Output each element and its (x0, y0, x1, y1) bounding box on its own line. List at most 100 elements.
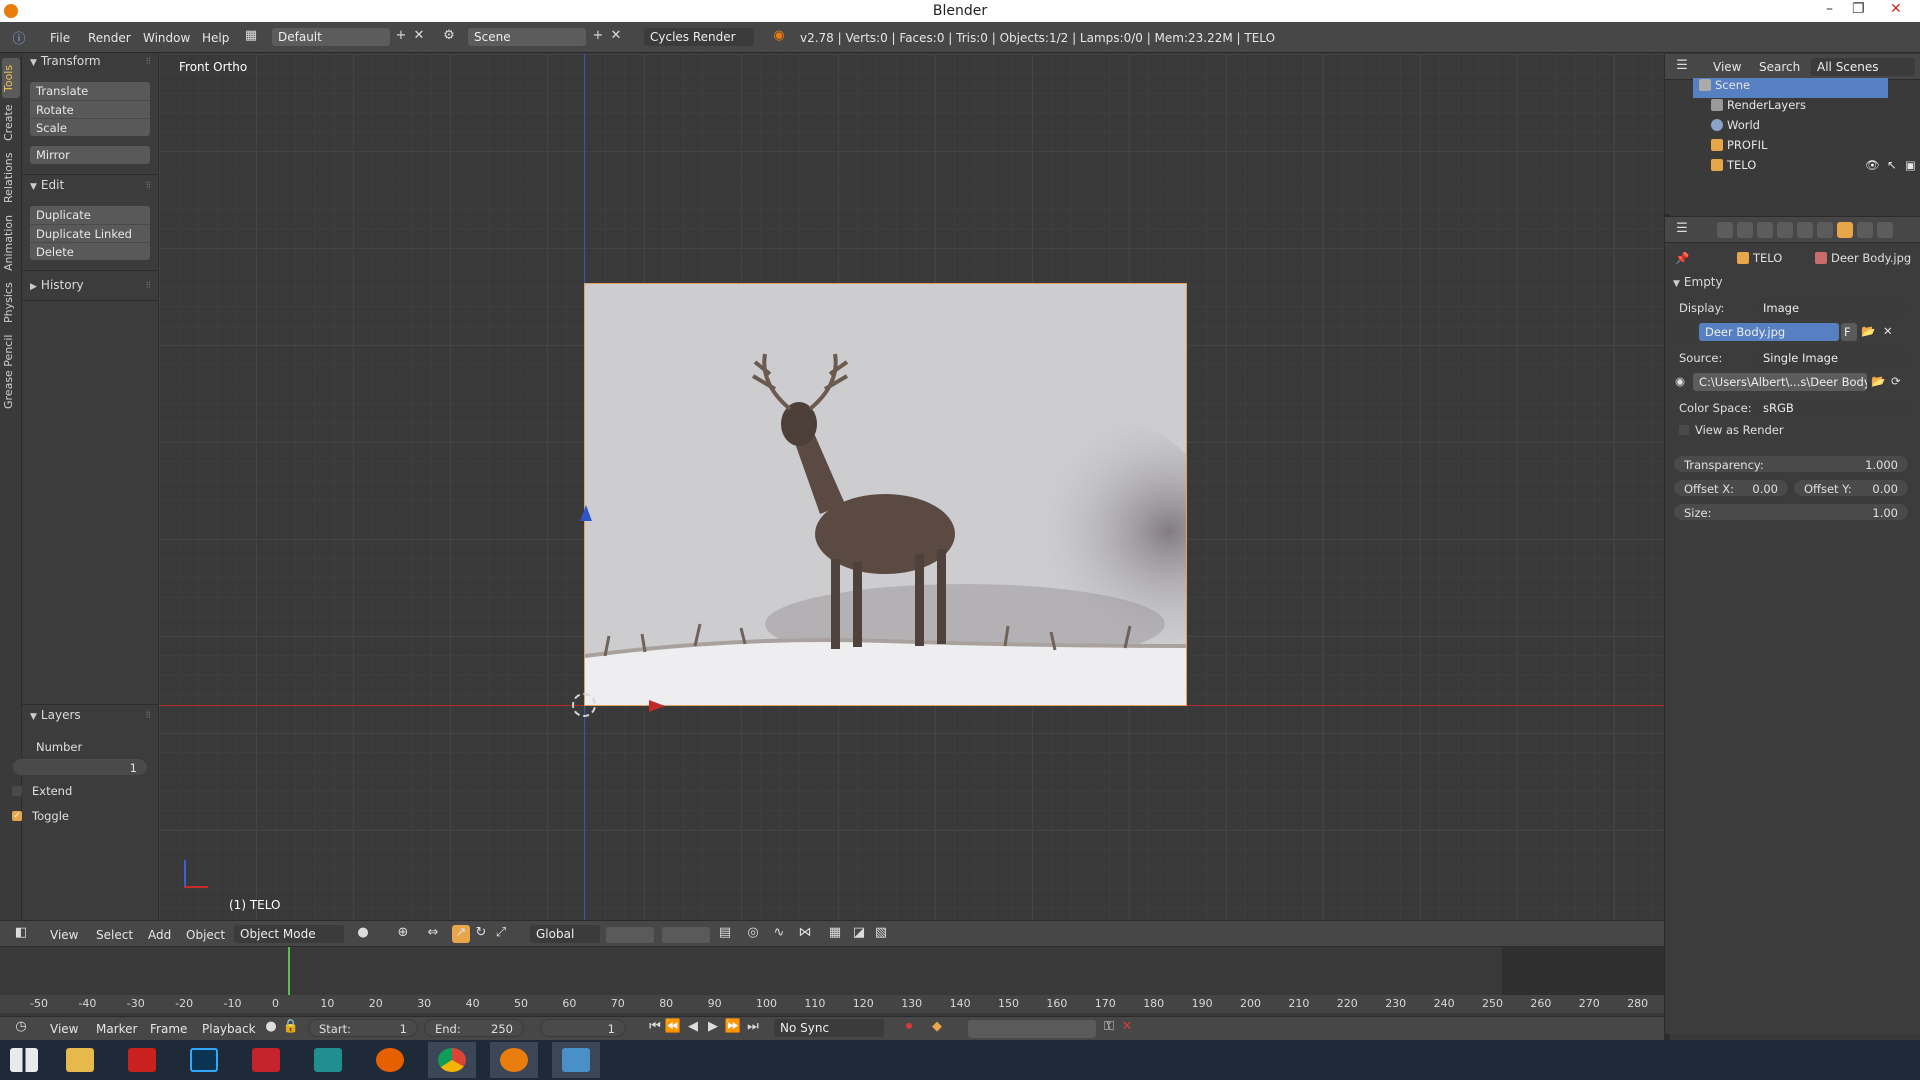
layers-panel-header[interactable]: ▼ Layers (30, 708, 81, 722)
transparency-slider[interactable]: Transparency: 1.000 (1673, 455, 1909, 473)
view-as-render-checkbox[interactable] (1679, 425, 1689, 435)
timeline-marker-menu[interactable]: Marker (96, 1022, 137, 1036)
rotate-button[interactable]: Rotate (30, 100, 150, 118)
tab-physics[interactable]: Physics (2, 280, 20, 326)
add-layout-icon[interactable]: + (392, 28, 410, 46)
outliner-editor-icon[interactable]: ☰ (1673, 58, 1691, 76)
windows-start-icon[interactable] (0, 1042, 48, 1078)
app-icon[interactable] (304, 1042, 352, 1078)
offset-x-field[interactable]: Offset X: 0.00 (1673, 479, 1789, 497)
delete-layout-icon[interactable]: ✕ (410, 28, 428, 46)
context-image-name[interactable]: Deer Body.jpg (1815, 251, 1911, 265)
current-frame-line[interactable] (288, 947, 290, 995)
image-browse-icon[interactable] (1675, 323, 1695, 341)
window-icon[interactable] (552, 1042, 600, 1078)
firefox-icon[interactable] (366, 1042, 414, 1078)
toggle-checkbox-checked[interactable]: ✓ (12, 811, 22, 821)
jump-start-icon[interactable]: ⏮ (646, 1019, 664, 1037)
jump-end-icon[interactable]: ⏭ (744, 1019, 762, 1037)
proportional-edit-icon[interactable]: ◎ (744, 925, 762, 943)
z-arrow-icon[interactable] (580, 505, 592, 521)
sketchup-icon[interactable] (242, 1042, 290, 1078)
layout-selector[interactable]: Default (272, 28, 390, 46)
keying-set-icon[interactable]: ◆ (928, 1019, 946, 1037)
outliner-row-profil[interactable]: PROFIL (1665, 138, 1920, 158)
rotate-manipulator-icon[interactable]: ↻ (472, 925, 490, 943)
select-menu[interactable]: Select (96, 928, 133, 942)
close-icon[interactable]: ✕ (1890, 1, 1902, 17)
properties-editor-icon[interactable]: ☰ (1673, 221, 1691, 239)
auto-keying-icon[interactable]: ⏺ (900, 1019, 918, 1037)
panel-grip-icon[interactable]: ⁝⁝ (146, 56, 151, 67)
3d-viewport[interactable]: Front Ortho (1) TELO (159, 54, 1664, 920)
context-object-name[interactable]: TELO (1737, 251, 1782, 265)
add-menu[interactable]: Add (148, 928, 171, 942)
chrome-icon[interactable] (428, 1042, 476, 1078)
translate-button[interactable]: Translate (30, 82, 150, 100)
unlink-icon[interactable]: ✕ (1883, 324, 1893, 338)
delete-scene-icon[interactable]: ✕ (607, 28, 625, 46)
start-frame-field[interactable]: Start: 1 (308, 1019, 418, 1037)
outliner-row-telo[interactable]: TELO 👁 ↖ ▣ (1665, 158, 1920, 178)
visibility-eye-icon[interactable]: 👁 (1865, 158, 1880, 172)
tab-create[interactable]: Create (2, 102, 20, 144)
play-icon[interactable]: ▶ (704, 1019, 722, 1037)
current-frame-field[interactable]: 1 (540, 1019, 626, 1037)
colorspace-selector[interactable]: sRGB (1757, 399, 1907, 417)
render-camera-icon[interactable]: ▣ (1905, 158, 1916, 172)
tab-relations[interactable]: Relations (2, 150, 20, 206)
fake-user-button[interactable]: F (1841, 323, 1857, 341)
empty-image-deer[interactable] (584, 283, 1187, 706)
x-arrow-icon[interactable] (649, 700, 665, 712)
browse-file-icon[interactable]: 📂 (1871, 374, 1885, 388)
mirror-button[interactable]: Mirror (30, 146, 150, 164)
opengl-render-icon[interactable]: ◪ (850, 925, 868, 943)
orientation-selector[interactable]: Global (530, 925, 600, 943)
outliner-menu-search[interactable]: Search (1759, 60, 1800, 74)
lock-layers-icon[interactable]: ▤ (716, 925, 734, 943)
duplicate-linked-button[interactable]: Duplicate Linked (30, 224, 150, 242)
tab-tools[interactable]: Tools (2, 58, 20, 98)
snap-icon[interactable]: ∿ (770, 925, 788, 943)
object-menu[interactable]: Object (186, 928, 225, 942)
edit-panel-header[interactable]: ▼ Edit (30, 178, 64, 192)
reload-icon[interactable]: ⟳ (1891, 374, 1901, 388)
pivot-point-icon[interactable]: ⊕ (394, 925, 412, 943)
translate-manipulator-icon[interactable]: ↗ (452, 925, 470, 943)
prev-keyframe-icon[interactable]: ⏪ (664, 1019, 682, 1037)
view-menu[interactable]: View (50, 928, 78, 942)
panel-grip-icon[interactable]: ⁝⁝ (146, 710, 151, 721)
layer-buttons-group2[interactable] (662, 927, 710, 943)
scene-icon[interactable]: ⚙ (440, 28, 458, 46)
image-name-field[interactable]: Deer Body.jpg (1699, 323, 1839, 341)
size-field[interactable]: Size: 1.00 (1673, 503, 1909, 521)
texture-tab-icon[interactable] (1857, 222, 1873, 238)
sync-selector[interactable]: No Sync (774, 1019, 884, 1037)
lock-icon[interactable]: 🔒 (282, 1019, 300, 1037)
timeline-frame-menu[interactable]: Frame (150, 1022, 187, 1036)
offset-y-field[interactable]: Offset Y: 0.00 (1793, 479, 1909, 497)
render-engine-selector[interactable]: Cycles Render (644, 28, 754, 46)
display-selector[interactable]: Image (1757, 299, 1907, 317)
source-selector[interactable]: Single Image (1757, 349, 1907, 367)
render-tab-icon[interactable] (1717, 222, 1733, 238)
keying-set-field[interactable] (968, 1020, 1096, 1038)
tab-animation[interactable]: Animation (2, 212, 20, 274)
select-cursor-icon[interactable]: ↖ (1887, 158, 1897, 172)
physics-tab-icon[interactable] (1877, 222, 1893, 238)
screen-layout-icon[interactable]: ▦ (242, 28, 260, 46)
outliner-filter-selector[interactable]: All Scenes (1811, 58, 1915, 76)
object-tab-icon[interactable] (1797, 222, 1813, 238)
scene-tab-icon[interactable] (1757, 222, 1773, 238)
scale-button[interactable]: Scale (30, 118, 150, 136)
timeline-editor-icon[interactable]: ◷ (12, 1019, 30, 1037)
scale-manipulator-icon[interactable]: ⤢ (492, 925, 510, 943)
extend-checkbox[interactable] (12, 786, 22, 796)
3d-cursor-icon[interactable] (572, 693, 596, 717)
outliner-row-renderlayers[interactable]: RenderLayers (1665, 98, 1920, 118)
panel-grip-icon[interactable]: ⁝⁝ (146, 280, 151, 291)
acrobat-icon[interactable] (118, 1042, 166, 1078)
menu-help[interactable]: Help (202, 31, 229, 45)
delete-button[interactable]: Delete (30, 242, 150, 260)
pin-icon[interactable]: 📌 (1675, 251, 1689, 265)
